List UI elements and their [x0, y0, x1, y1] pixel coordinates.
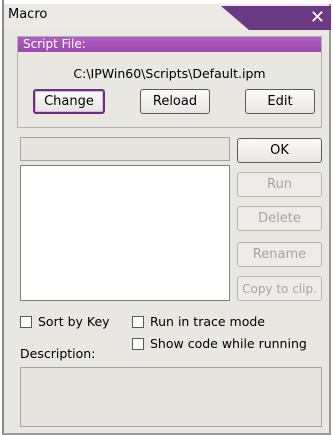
delete-button[interactable]: Delete	[237, 206, 322, 231]
rename-button[interactable]: Rename	[237, 242, 322, 267]
title-bar[interactable]: Macro ✕	[4, 4, 331, 30]
description-label: Description:	[20, 346, 96, 361]
script-path: C:\IPWin60\Scripts\Default.ipm	[73, 66, 266, 81]
show-code-checkbox[interactable]	[132, 337, 144, 350]
script-file-group: Script File: C:\IPWin60\Scripts\Default.…	[17, 36, 322, 128]
change-button[interactable]: Change	[33, 89, 105, 114]
ok-button[interactable]: OK	[237, 138, 322, 163]
macro-list[interactable]	[20, 165, 230, 301]
description-field	[20, 367, 322, 427]
script-file-header: Script File:	[18, 37, 321, 52]
reload-button[interactable]: Reload	[140, 89, 210, 114]
sort-by-key-checkbox[interactable]	[20, 315, 32, 328]
run-button[interactable]: Run	[237, 172, 322, 197]
close-icon[interactable]: ✕	[310, 7, 325, 28]
window-title: Macro	[8, 7, 48, 22]
sort-by-key-label: Sort by Key	[38, 314, 110, 329]
sort-by-key-option[interactable]: Sort by Key	[20, 314, 110, 329]
show-code-option[interactable]: Show code while running	[132, 336, 307, 351]
close-tab[interactable]: ✕	[221, 6, 331, 30]
run-in-trace-checkbox[interactable]	[132, 315, 144, 328]
copy-to-clip-button[interactable]: Copy to clip.	[237, 276, 322, 301]
run-in-trace-option[interactable]: Run in trace mode	[132, 314, 265, 329]
macro-name-field[interactable]	[20, 137, 230, 161]
edit-button[interactable]: Edit	[245, 89, 315, 114]
run-in-trace-label: Run in trace mode	[150, 314, 265, 329]
macro-window: Macro ✕ Script File: C:\IPWin60\Scripts\…	[2, 0, 333, 435]
show-code-label: Show code while running	[150, 336, 307, 351]
